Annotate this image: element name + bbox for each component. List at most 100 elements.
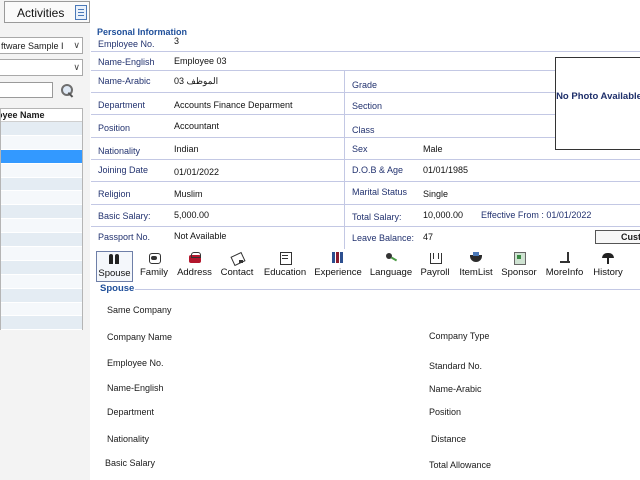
leave-balance-value: 47 bbox=[423, 232, 434, 242]
tab-payroll[interactable]: Payroll bbox=[418, 251, 452, 282]
marital-status-label: Marital Status bbox=[352, 187, 408, 197]
tab-education[interactable]: Education bbox=[261, 251, 309, 282]
grade-label: Grade bbox=[352, 80, 378, 90]
religion-value: Muslim bbox=[174, 189, 203, 199]
tab-history[interactable]: History bbox=[590, 251, 626, 282]
list-item[interactable] bbox=[1, 205, 82, 220]
name-english-value: Employee 03 bbox=[174, 56, 227, 66]
history-icon bbox=[601, 252, 615, 264]
spouse-section-title: Spouse bbox=[100, 283, 135, 294]
activities-button[interactable]: Activities bbox=[4, 1, 90, 23]
list-item[interactable] bbox=[1, 163, 82, 178]
list-item[interactable] bbox=[1, 135, 82, 150]
company-name-label: Company Name bbox=[107, 332, 173, 342]
experience-icon bbox=[331, 252, 345, 264]
effective-from-text: Effective From : 01/01/2022 bbox=[481, 210, 592, 220]
employee-list-panel: Activities ftware Sample I ∨ ∨ oyee Name bbox=[0, 0, 90, 480]
row-joining-date: Joining Date 01/01/2022 D.O.B & Age 01/0… bbox=[91, 160, 640, 182]
tab-contact-label: Contact bbox=[220, 267, 254, 278]
list-header-label: oyee Name bbox=[1, 110, 45, 120]
total-salary-value: 10,000.00 bbox=[423, 210, 464, 220]
search-icon[interactable] bbox=[60, 83, 74, 97]
chevron-down-icon: ∨ bbox=[73, 62, 80, 72]
employee-no-value: 3 bbox=[174, 36, 180, 46]
language-icon bbox=[384, 252, 398, 264]
list-item[interactable] bbox=[1, 122, 82, 136]
list-item[interactable] bbox=[1, 302, 82, 317]
tab-sponsor[interactable]: Sponsor bbox=[500, 251, 538, 282]
tab-address[interactable]: Address bbox=[174, 251, 215, 282]
nationality-value: Indian bbox=[174, 144, 199, 154]
total-allowance-label: Total Allowance bbox=[429, 460, 492, 470]
position-label: Position bbox=[98, 123, 131, 133]
spouse-employee-no-label: Employee No. bbox=[107, 358, 164, 368]
position-value: Accountant bbox=[174, 121, 220, 131]
filter-select[interactable]: ∨ bbox=[0, 59, 83, 76]
tab-payroll-label: Payroll bbox=[420, 267, 450, 278]
standard-no-label: Standard No. bbox=[429, 361, 483, 371]
tab-spouse[interactable]: Spouse bbox=[96, 251, 133, 282]
name-arabic-value: الموظف 03 bbox=[174, 76, 219, 86]
education-icon bbox=[278, 252, 292, 265]
address-icon bbox=[188, 252, 202, 264]
tab-language-label: Language bbox=[369, 267, 413, 278]
sex-value: Male bbox=[423, 144, 443, 154]
section-label: Section bbox=[352, 101, 383, 111]
list-item[interactable] bbox=[1, 219, 82, 234]
tab-education-label: Education bbox=[263, 267, 307, 278]
spouse-section-divider bbox=[135, 289, 640, 290]
contact-icon bbox=[230, 252, 244, 264]
spouse-department-label: Department bbox=[107, 407, 155, 417]
spouse-row-employee-no: Employee No. Standard No. bbox=[91, 350, 640, 377]
document-icon bbox=[75, 5, 87, 20]
list-item[interactable] bbox=[1, 260, 82, 275]
name-english-label: Name-English bbox=[98, 57, 155, 67]
tab-experience[interactable]: Experience bbox=[313, 251, 363, 282]
list-item[interactable] bbox=[1, 233, 82, 248]
same-company-label: Same Company bbox=[107, 305, 172, 315]
tab-history-label: History bbox=[593, 267, 623, 278]
class-label: Class bbox=[352, 125, 375, 135]
list-item-selected[interactable] bbox=[1, 149, 82, 164]
spouse-row-salary: Basic Salary Total Allowance bbox=[91, 453, 640, 480]
dob-value: 01/01/1985 bbox=[423, 165, 469, 175]
department-label: Department bbox=[98, 100, 146, 110]
activities-label: Activities bbox=[17, 6, 65, 20]
moreinfo-icon bbox=[558, 252, 572, 264]
list-item[interactable] bbox=[1, 316, 82, 331]
leave-balance-label: Leave Balance: bbox=[352, 233, 415, 243]
tab-contact[interactable]: Contact bbox=[218, 251, 256, 282]
list-item[interactable] bbox=[1, 288, 82, 303]
passport-value: Not Available bbox=[174, 231, 227, 241]
employee-photo[interactable]: No Photo Available bbox=[555, 57, 640, 150]
spouse-position-label: Position bbox=[429, 407, 462, 417]
employee-list: oyee Name bbox=[0, 108, 83, 331]
family-icon bbox=[147, 252, 161, 264]
list-item[interactable] bbox=[1, 191, 82, 206]
joining-date-label: Joining Date bbox=[98, 165, 149, 175]
joining-date-value: 01/01/2022 bbox=[174, 167, 220, 177]
tab-experience-label: Experience bbox=[314, 267, 362, 278]
basic-salary-value: 5,000.00 bbox=[174, 210, 210, 220]
list-item[interactable] bbox=[1, 274, 82, 289]
search-input[interactable] bbox=[0, 82, 53, 98]
spouse-nationality-label: Nationality bbox=[107, 434, 150, 444]
list-rows bbox=[1, 122, 82, 331]
tab-itemlist[interactable]: ItemList bbox=[456, 251, 496, 282]
tab-family[interactable]: Family bbox=[137, 251, 171, 282]
list-header[interactable]: oyee Name bbox=[1, 109, 82, 122]
list-item[interactable] bbox=[1, 177, 82, 192]
dob-label: D.O.B & Age bbox=[352, 165, 404, 175]
passport-label: Passport No. bbox=[98, 232, 151, 242]
tab-language[interactable]: Language bbox=[367, 251, 415, 282]
spouse-basic-salary-label: Basic Salary bbox=[105, 458, 156, 468]
no-photo-text: No Photo Available bbox=[556, 91, 640, 102]
tab-moreinfo[interactable]: MoreInfo bbox=[542, 251, 587, 282]
spouse-row-same-company: Same Company bbox=[91, 297, 640, 324]
custom-button[interactable]: Custo bbox=[595, 230, 640, 244]
list-item[interactable] bbox=[1, 247, 82, 261]
company-select[interactable]: ftware Sample I ∨ bbox=[0, 37, 83, 54]
total-salary-label: Total Salary: bbox=[352, 212, 402, 222]
tab-itemlist-label: ItemList bbox=[459, 267, 493, 278]
spouse-row-company: Company Name Company Type bbox=[91, 323, 640, 350]
